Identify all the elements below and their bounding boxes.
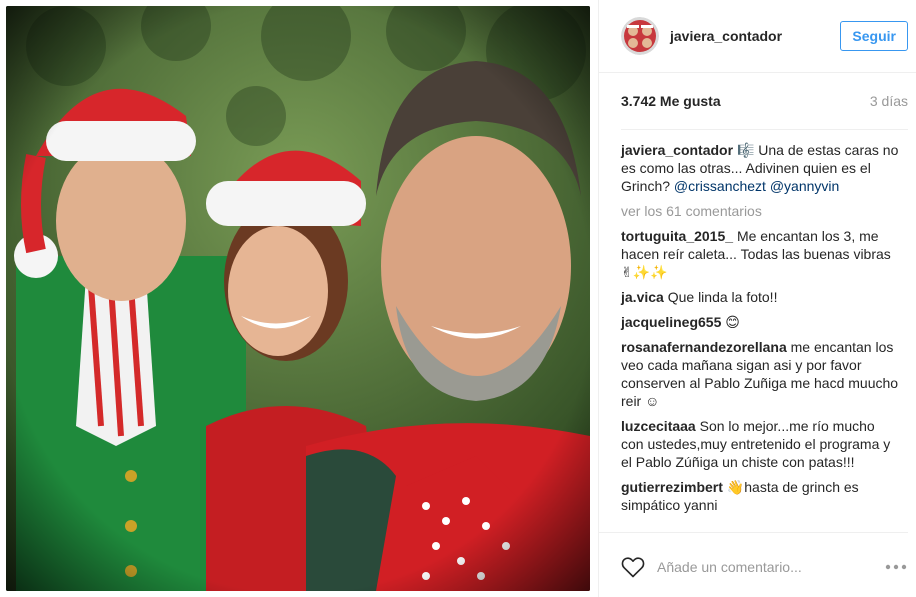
comment-item: gutierrezimbert 👋hasta de grinch es simp…: [621, 478, 900, 514]
post-header: javiera_contador Seguir: [599, 0, 916, 73]
follow-button[interactable]: Seguir: [840, 21, 908, 51]
post-photo[interactable]: [6, 6, 590, 591]
comment-username[interactable]: luzcecitaaa: [621, 418, 696, 434]
post-meta: 3.742 Me gusta 3 días: [621, 73, 908, 130]
comment-username[interactable]: ja.vica: [621, 289, 664, 305]
comment-item: luzcecitaaa Son lo mejor...me río mucho …: [621, 417, 900, 471]
comment-username[interactable]: gutierrezimbert: [621, 479, 723, 495]
photo-pane: [0, 0, 598, 597]
header-username[interactable]: javiera_contador: [670, 28, 840, 44]
add-comment-input[interactable]: [657, 558, 884, 575]
post-time[interactable]: 3 días: [870, 93, 908, 109]
comment-username[interactable]: jacquelineg655: [621, 314, 721, 330]
comment-username[interactable]: tortuguita_2015_: [621, 228, 733, 244]
comment-item: ja.vica Que linda la foto!!: [621, 288, 900, 306]
comment-item: jacquelineg655 😊: [621, 313, 900, 331]
caption-mention[interactable]: @yannyvin: [770, 178, 839, 194]
comment-text: Que linda la foto!!: [667, 289, 778, 305]
comment-text: 😊: [725, 314, 740, 330]
comment-item: tortuguita_2015_ Me encantan los 3, me h…: [621, 227, 900, 281]
post-sidebar: javiera_contador Seguir 3.742 Me gusta 3…: [598, 0, 916, 597]
add-comment-bar: [621, 536, 908, 597]
comment-item: rosanafernandezorellana me encantan los …: [621, 338, 900, 410]
more-options-icon[interactable]: [884, 563, 908, 571]
comment-username[interactable]: rosanafernandezorellana: [621, 339, 787, 355]
caption-mention[interactable]: @crissanchezt: [674, 178, 766, 194]
heart-icon[interactable]: [621, 556, 645, 578]
caption-username[interactable]: javiera_contador: [621, 142, 733, 158]
caption: javiera_contador 🎼 Una de estas caras no…: [621, 141, 900, 195]
view-all-comments-link[interactable]: ver los 61 comentarios: [621, 202, 900, 220]
avatar[interactable]: [621, 17, 659, 55]
comments-list: javiera_contador 🎼 Una de estas caras no…: [599, 130, 908, 533]
likes-count[interactable]: 3.742 Me gusta: [621, 93, 721, 109]
